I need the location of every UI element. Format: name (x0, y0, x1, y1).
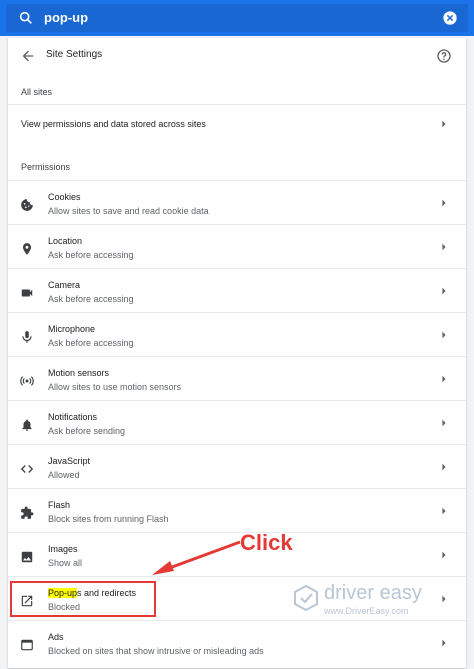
close-icon[interactable] (442, 10, 458, 26)
chevron-right-icon (442, 243, 446, 251)
chevron-right-icon (442, 463, 446, 471)
permission-row-motion-sensors[interactable]: Motion sensors Allow sites to use motion… (8, 356, 466, 400)
permission-status: Block sites from running Flash (48, 514, 169, 524)
permission-title: Notifications (48, 412, 98, 422)
chevron-right-icon (442, 199, 446, 207)
permission-row-camera[interactable]: Camera Ask before accessing (8, 268, 466, 312)
all-sites-link: View permissions and data stored across … (21, 119, 206, 129)
sensors-icon (20, 376, 34, 386)
bell-icon (22, 419, 32, 431)
permission-title: Camera (48, 280, 81, 290)
camera-icon (21, 289, 33, 297)
permission-status: Ask before accessing (48, 250, 134, 260)
permission-row-javascript[interactable]: JavaScript Allowed (8, 444, 466, 488)
chevron-right-icon (442, 331, 446, 339)
permission-status: Allowed (48, 470, 80, 480)
permission-title: Motion sensors (48, 368, 110, 378)
top-search-bar: pop-up (0, 0, 474, 36)
permission-title: Flash (48, 500, 71, 510)
annotation-click-label: Click (240, 530, 293, 555)
arrow-back-icon[interactable] (20, 48, 36, 64)
chevron-right-icon (442, 287, 446, 295)
permission-title: Images (48, 544, 78, 554)
image-icon (21, 551, 33, 563)
permission-status: Blocked on sites that show intrusive or … (48, 646, 264, 656)
permission-status: Ask before accessing (48, 338, 134, 348)
permission-title: Location (48, 236, 83, 246)
permission-row-notifications[interactable]: Notifications Ask before sending (8, 400, 466, 444)
permission-status: Ask before accessing (48, 294, 134, 304)
page-header: Site Settings (8, 38, 466, 74)
all-sites-label: All sites (21, 87, 53, 97)
cookie-icon (21, 199, 33, 211)
permission-status: Allow sites to save and read cookie data (48, 206, 209, 216)
permission-status: Allow sites to use motion sensors (48, 382, 182, 392)
permission-status: Ask before sending (48, 426, 126, 436)
annotation-arrow-icon (152, 540, 241, 575)
permission-title: Microphone (48, 324, 96, 334)
watermark-name: driver easy (324, 582, 422, 604)
permission-row-cookies[interactable]: Cookies Allow sites to save and read coo… (8, 180, 466, 224)
puzzle-icon (21, 506, 34, 519)
ads-icon (21, 639, 33, 651)
permission-title: Cookies (48, 192, 81, 202)
permissions-label: Permissions (21, 162, 71, 172)
permission-title: Ads (48, 632, 64, 642)
driver-easy-logo-icon (294, 584, 318, 612)
all-sites-row[interactable]: View permissions and data stored across … (8, 104, 466, 143)
permission-title: JavaScript (48, 456, 91, 466)
annotation-highlight-box (10, 581, 156, 617)
location-pin-icon (22, 243, 32, 255)
chevron-right-icon (442, 507, 446, 515)
chevron-right-icon (442, 120, 446, 128)
search-input[interactable]: pop-up (44, 10, 88, 25)
page-title: Site Settings (46, 49, 103, 60)
chevron-right-icon (442, 595, 446, 603)
search-icon[interactable] (18, 10, 34, 26)
chevron-right-icon (442, 419, 446, 427)
permission-row-ads[interactable]: Ads Blocked on sites that show intrusive… (8, 620, 466, 669)
chevron-right-icon (442, 375, 446, 383)
permission-row-flash[interactable]: Flash Block sites from running Flash (8, 488, 466, 532)
permission-row-microphone[interactable]: Microphone Ask before accessing (8, 312, 466, 356)
search-box[interactable]: pop-up (6, 4, 468, 32)
chevron-right-icon (442, 639, 446, 647)
microphone-icon (22, 331, 32, 343)
chevron-right-icon (442, 551, 446, 559)
permission-status: Show all (48, 558, 83, 568)
code-icon (20, 465, 34, 473)
help-icon[interactable] (436, 48, 452, 64)
permission-row-location[interactable]: Location Ask before accessing (8, 224, 466, 268)
watermark-url: www.DriverEasy.com (324, 606, 409, 616)
